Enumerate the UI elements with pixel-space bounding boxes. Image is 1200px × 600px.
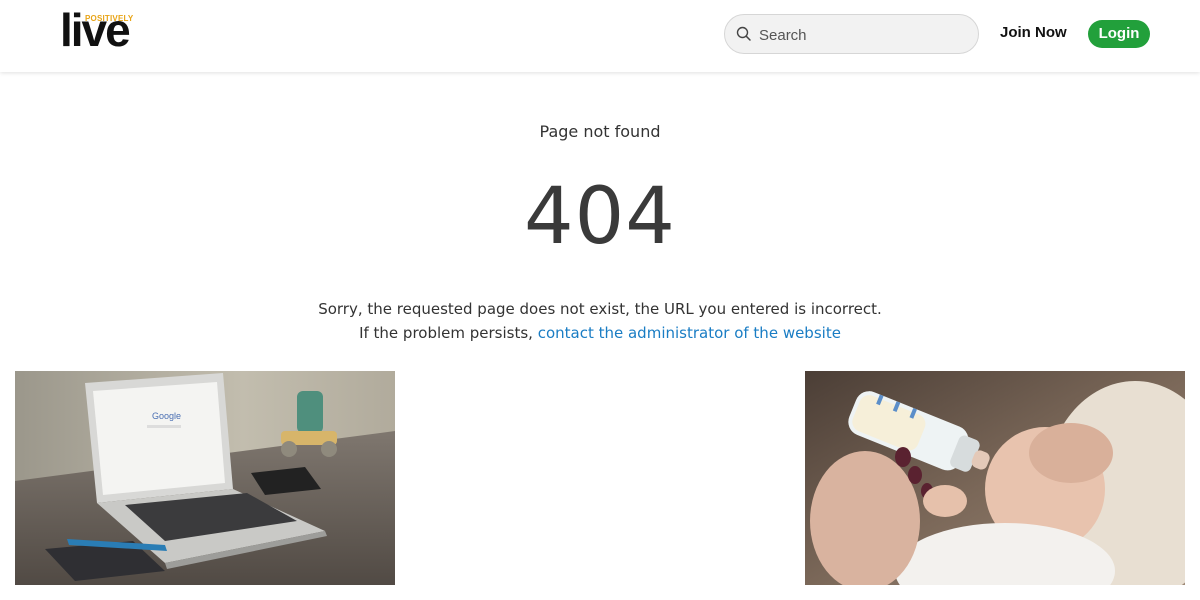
page-title: Page not found <box>539 122 661 141</box>
site-logo[interactable]: POSITIVELY live <box>60 7 150 56</box>
search-box[interactable] <box>724 14 979 54</box>
login-button[interactable]: Login <box>1088 20 1150 48</box>
laptop-photo: Google <box>15 371 395 585</box>
logo-wordmark: live <box>60 4 131 56</box>
error-message: Sorry, the requested page does not exist… <box>0 297 1200 345</box>
error-message-line2: If the problem persists, contact the adm… <box>0 321 1200 345</box>
error-message-line1: Sorry, the requested page does not exist… <box>318 300 882 318</box>
error-code: 404 <box>524 172 676 262</box>
baby-bottle-photo <box>805 371 1185 585</box>
error-message-prefix: If the problem persists, <box>359 324 538 342</box>
contact-admin-link[interactable]: contact the administrator of the website <box>538 324 841 342</box>
join-now-link[interactable]: Join Now <box>1000 24 1067 41</box>
site-header: POSITIVELY live Join Now Login <box>0 0 1200 72</box>
search-icon <box>736 26 751 41</box>
google-logo-text: Google <box>152 411 181 421</box>
search-input[interactable] <box>759 24 969 46</box>
